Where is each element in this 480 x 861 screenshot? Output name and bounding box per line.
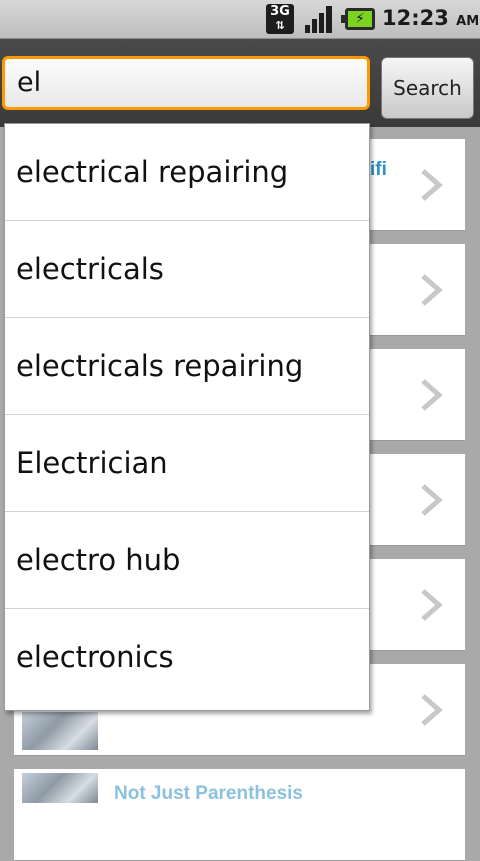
- suggestion-item[interactable]: electro hub: [5, 512, 369, 609]
- chevron-right-icon: [421, 379, 443, 411]
- chevron-right-icon: [421, 694, 443, 726]
- search-button[interactable]: Search: [381, 57, 474, 119]
- clock-time: 12:23: [382, 6, 449, 30]
- chevron-right-icon: [421, 274, 443, 306]
- suggestion-item[interactable]: Electrician: [5, 415, 369, 512]
- chevron-right-icon: [421, 484, 443, 516]
- network-3g-icon: 3G ⇅: [266, 4, 294, 34]
- status-bar: 3G ⇅ ⚡ 12:23 AM: [0, 0, 480, 39]
- battery-charging-icon: ⚡: [341, 8, 375, 30]
- chevron-right-icon: [421, 589, 443, 621]
- clock-ampm: AM: [456, 14, 480, 29]
- list-item-title: Not Just Parenthesis: [114, 783, 303, 804]
- list-item[interactable]: Not Just Parenthesis: [14, 769, 465, 861]
- suggestion-item[interactable]: electronics: [5, 609, 369, 706]
- suggestion-item[interactable]: electrical repairing: [5, 124, 369, 221]
- suggestion-item[interactable]: electricals repairing: [5, 318, 369, 415]
- list-item-title: ifi: [370, 159, 387, 180]
- search-input[interactable]: el: [2, 56, 370, 110]
- chevron-right-icon: [421, 169, 443, 201]
- network-type-label: 3G: [270, 4, 290, 19]
- list-item-thumbnail: [22, 773, 98, 803]
- signal-strength-icon: [305, 6, 332, 33]
- suggestion-item[interactable]: electricals: [5, 221, 369, 318]
- data-arrows-icon: ⇅: [275, 19, 285, 32]
- search-bar: el Search: [0, 39, 480, 127]
- clock: 12:23 AM: [382, 6, 479, 30]
- list-item-thumbnail: [22, 712, 98, 750]
- autocomplete-dropdown: electrical repairing electricals electri…: [4, 123, 370, 711]
